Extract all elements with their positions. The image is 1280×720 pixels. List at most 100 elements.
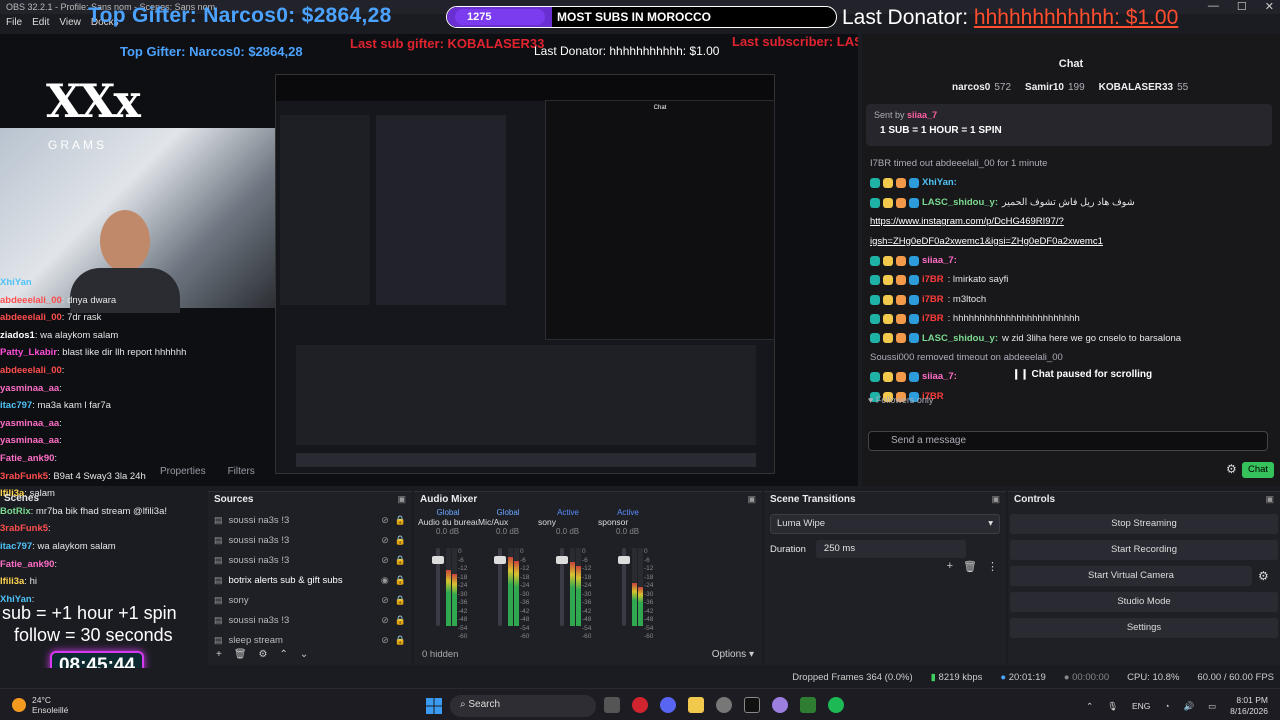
transition-select[interactable]: Luma Wipe ▾ bbox=[770, 514, 1000, 534]
stop-streaming-button[interactable]: Stop Streaming bbox=[1010, 514, 1278, 534]
start-virtual-camera-button[interactable]: Start Virtual Camera bbox=[1010, 566, 1252, 586]
settings-button[interactable]: Settings bbox=[1010, 618, 1278, 638]
mixer-options-button[interactable]: Options ▾ bbox=[712, 649, 754, 663]
chat-username[interactable]: XhiYan: bbox=[922, 173, 957, 192]
task-view-icon[interactable] bbox=[604, 697, 620, 713]
minimize-button[interactable]: — bbox=[1208, 0, 1219, 13]
tab-properties[interactable]: Properties bbox=[160, 466, 206, 477]
battery-icon[interactable]: ▭ bbox=[1208, 701, 1216, 712]
visibility-icon[interactable]: ⊘ bbox=[381, 555, 389, 566]
channel-logo-subtitle: GRAMS bbox=[48, 138, 108, 152]
volume-knob[interactable] bbox=[556, 555, 568, 564]
visibility-icon[interactable]: ⊘ bbox=[381, 615, 389, 626]
clock[interactable]: 8:01 PM 8/16/2026 bbox=[1230, 695, 1268, 717]
remove-transition-button[interactable]: 🗑 bbox=[963, 560, 977, 573]
taskbar-search[interactable]: ⌕ Search bbox=[450, 695, 596, 717]
windows-start-icon[interactable] bbox=[426, 698, 442, 714]
move-up-button[interactable]: ⌃ bbox=[280, 649, 288, 663]
lock-icon[interactable]: 🔒 bbox=[395, 535, 406, 546]
source-item[interactable]: ▤ soussi na3s !3 ⊘ 🔒 bbox=[214, 550, 406, 570]
source-settings-button[interactable]: ⚙ bbox=[259, 649, 268, 663]
obs-icon[interactable] bbox=[716, 697, 732, 713]
chat-username[interactable]: i7BR bbox=[922, 290, 944, 309]
volume-knob[interactable] bbox=[432, 555, 444, 564]
visibility-icon[interactable]: ⊘ bbox=[381, 515, 389, 526]
tab-filters[interactable]: Filters bbox=[228, 466, 255, 477]
discord-icon[interactable] bbox=[660, 697, 676, 713]
pinned-message[interactable]: Sent by siiaa_7 1 SUB = 1 HOUR = 1 SPIN bbox=[866, 104, 1272, 146]
menu-edit[interactable]: Edit bbox=[32, 17, 49, 29]
bitrate: ▮ 8219 kbps bbox=[930, 672, 983, 683]
volume-knob[interactable] bbox=[494, 555, 506, 564]
chat-send-button[interactable]: Chat bbox=[1242, 462, 1274, 478]
source-item[interactable]: ▤ soussi na3s !3 ⊘ 🔒 bbox=[214, 610, 406, 630]
volume-slider[interactable] bbox=[556, 548, 568, 626]
badge-icon bbox=[883, 372, 893, 383]
popout-icon[interactable]: ▣ bbox=[991, 494, 1000, 506]
transition-menu-button[interactable]: ⋮ bbox=[987, 560, 998, 573]
source-item[interactable]: ▤ soussi na3s !3 ⊘ 🔒 bbox=[214, 530, 406, 550]
visibility-icon[interactable]: ◉ bbox=[381, 575, 389, 586]
popout-icon[interactable]: ▣ bbox=[1265, 494, 1274, 506]
add-transition-button[interactable]: + bbox=[947, 560, 953, 573]
settings-icon[interactable]: ⚙ bbox=[1226, 462, 1237, 476]
visibility-icon[interactable]: ⊘ bbox=[381, 635, 389, 646]
remove-source-button[interactable]: 🗑 bbox=[234, 649, 247, 663]
terminal-icon[interactable] bbox=[800, 697, 816, 713]
volume-slider[interactable] bbox=[432, 548, 444, 626]
lock-icon[interactable]: 🔒 bbox=[395, 595, 406, 606]
subs-goal-bar: 1275 MOST SUBS IN MOROCCO bbox=[446, 6, 837, 28]
microphone-icon[interactable]: 🎙 bbox=[1107, 701, 1118, 712]
menu-file[interactable]: File bbox=[6, 17, 22, 29]
chat-username[interactable]: i7BR bbox=[922, 270, 944, 289]
chat-paused-notice[interactable]: ❙❙ Chat paused for scrolling bbox=[1012, 369, 1152, 380]
close-button[interactable]: ✕ bbox=[1265, 0, 1274, 13]
weather-widget[interactable]: 24°C Ensoleillé bbox=[12, 695, 68, 715]
visibility-icon[interactable]: ⊘ bbox=[381, 535, 389, 546]
move-down-button[interactable]: ⌄ bbox=[300, 649, 308, 663]
spotify-icon[interactable] bbox=[828, 697, 844, 713]
visibility-icon[interactable]: ⊘ bbox=[381, 595, 389, 606]
popout-icon[interactable]: ▣ bbox=[397, 494, 406, 506]
file-explorer-icon[interactable] bbox=[688, 697, 704, 713]
volume-slider[interactable] bbox=[618, 548, 630, 626]
chat-link[interactable]: https://www.instagram.com/p/DcHG469RI97/… bbox=[870, 212, 1064, 231]
network-icon[interactable]: ◔ bbox=[1164, 701, 1169, 711]
chat-username[interactable]: LASC_shidou_y: bbox=[922, 329, 998, 348]
start-recording-button[interactable]: Start Recording bbox=[1010, 540, 1278, 560]
chat-input[interactable]: Send a message bbox=[868, 431, 1268, 451]
capcut-icon[interactable] bbox=[744, 697, 760, 713]
lock-icon[interactable]: 🔒 bbox=[395, 555, 406, 566]
chat-username[interactable]: i7BR bbox=[922, 309, 944, 328]
language-indicator[interactable]: ENG bbox=[1132, 701, 1150, 711]
channel-name[interactable]: sony bbox=[538, 517, 598, 527]
volume-knob[interactable] bbox=[618, 555, 630, 564]
virtual-camera-settings-icon[interactable]: ⚙ bbox=[1258, 569, 1269, 583]
channel-name[interactable]: Mic/Aux bbox=[478, 517, 538, 527]
studio-mode-button[interactable]: Studio Mode bbox=[1010, 592, 1278, 612]
channel-name[interactable]: sponsor bbox=[598, 517, 658, 527]
chat-link[interactable]: igsh=ZHg0eDF0a2xwemc1&igsi=ZHg0eDF0a2xwe… bbox=[870, 232, 1103, 251]
channel-name[interactable]: Audio du bureau bbox=[418, 517, 478, 527]
maximize-button[interactable]: ☐ bbox=[1237, 0, 1247, 13]
lock-icon[interactable]: 🔒 bbox=[395, 575, 406, 586]
level-meter bbox=[576, 548, 581, 626]
source-item[interactable]: ▤ soussi na3s !3 ⊘ 🔒 bbox=[214, 510, 406, 530]
chevron-up-icon[interactable]: ⌃ bbox=[1086, 701, 1093, 712]
menu-view[interactable]: View bbox=[59, 17, 81, 29]
opera-icon[interactable] bbox=[632, 697, 648, 713]
chat-username[interactable]: siiaa_7: bbox=[922, 367, 957, 386]
source-item[interactable]: ▤ botrix alerts sub & gift subs ◉ 🔒 bbox=[214, 570, 406, 590]
volume-icon[interactable]: 🔊 bbox=[1184, 701, 1195, 712]
lock-icon[interactable]: 🔒 bbox=[395, 515, 406, 526]
lock-icon[interactable]: 🔒 bbox=[395, 615, 406, 626]
chat-username[interactable]: LASC_shidou_y: bbox=[922, 193, 998, 212]
lock-icon[interactable]: 🔒 bbox=[395, 635, 406, 646]
chat-username[interactable]: siiaa_7: bbox=[922, 251, 957, 270]
volume-slider[interactable] bbox=[494, 548, 506, 626]
add-source-button[interactable]: + bbox=[216, 649, 222, 663]
duration-input[interactable]: 250 ms bbox=[815, 540, 966, 558]
popout-icon[interactable]: ▣ bbox=[747, 494, 756, 506]
source-item[interactable]: ▤ sony ⊘ 🔒 bbox=[214, 590, 406, 610]
app-icon[interactable] bbox=[772, 697, 788, 713]
